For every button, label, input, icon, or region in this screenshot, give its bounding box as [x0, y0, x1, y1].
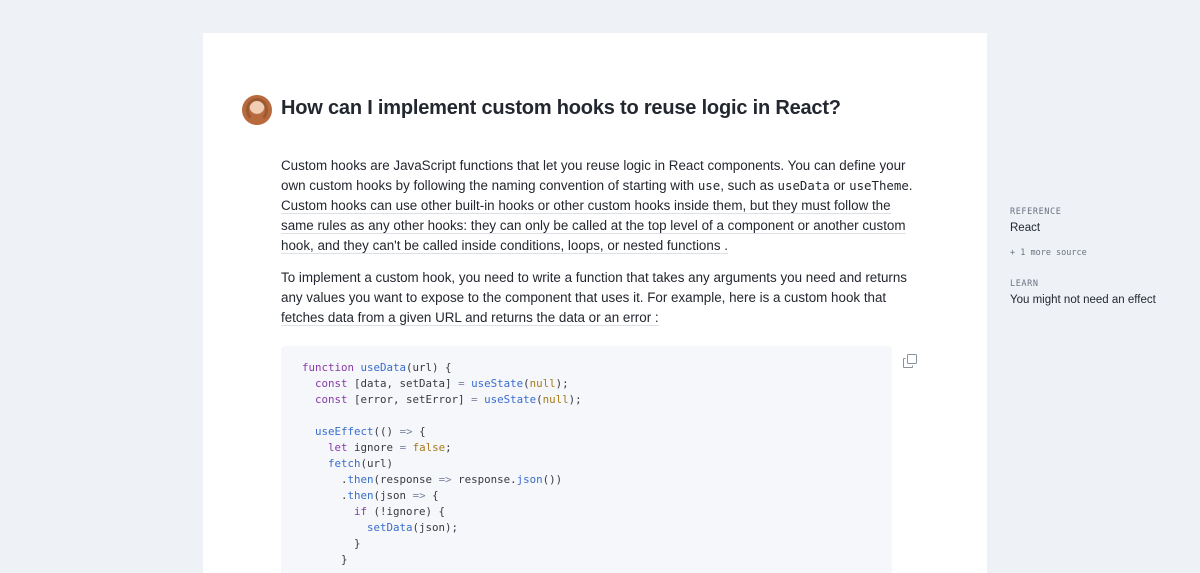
- answer-p2-line-1: To implement a custom hook, you need to …: [281, 270, 907, 285]
- answer-p1-line-4: same rules as any other hooks: they can …: [281, 216, 921, 236]
- code-token: useState: [484, 393, 537, 406]
- inline-code-usetheme: useTheme: [849, 178, 909, 193]
- code-token: useState: [471, 377, 524, 390]
- code-token: const: [315, 377, 348, 390]
- answer-p2-line-2: any values you want to expose to the com…: [281, 290, 887, 305]
- code-token: {: [419, 425, 426, 438]
- code-token: response: [380, 473, 433, 486]
- question-title: How can I implement custom hooks to reus…: [281, 97, 841, 119]
- code-content: function useData(url) { const [data, set…: [302, 361, 582, 566]
- answer-p1-line-1: Custom hooks are JavaScript functions th…: [281, 158, 906, 173]
- learn-link[interactable]: You might not need an effect: [1010, 294, 1156, 306]
- reference-link[interactable]: React: [1010, 222, 1040, 234]
- code-token: {: [432, 489, 439, 502]
- code-token: (url): [360, 457, 394, 470]
- answer-card: How can I implement custom hooks to reus…: [203, 33, 987, 573]
- code-token: null: [542, 393, 569, 406]
- answer-p1-line-2-text-b: , such as: [720, 178, 778, 193]
- code-token: json: [380, 489, 407, 502]
- code-token: then: [347, 489, 374, 502]
- code-token: json: [516, 473, 543, 486]
- answer-p1-line-2-text-d: .: [908, 178, 913, 193]
- code-token: const: [315, 393, 348, 406]
- code-token: }: [341, 553, 348, 566]
- code-token: (json);: [412, 521, 459, 534]
- code-token: (url) {: [406, 361, 452, 374]
- answer-p1-line-2-text-c: or: [829, 178, 850, 193]
- code-token: =>: [438, 473, 452, 486]
- answer-p1-line-2: own custom hooks by following the naming…: [281, 176, 921, 196]
- code-token: if: [354, 505, 368, 518]
- code-token: [error, setError]: [354, 393, 465, 406]
- answer-p2-line-3: fetches data from a given URL and return…: [281, 308, 921, 328]
- code-token: let: [328, 441, 348, 454]
- code-token: (!ignore) {: [373, 505, 446, 518]
- citation-span[interactable]: hook, and they can't be called inside co…: [281, 238, 728, 254]
- citation-span[interactable]: Custom hooks can use other built-in hook…: [281, 198, 891, 214]
- code-token: null: [529, 377, 556, 390]
- citation-span[interactable]: fetches data from a given URL and return…: [281, 310, 659, 326]
- code-token: useEffect: [315, 425, 374, 438]
- code-token: =: [458, 377, 465, 390]
- code-token: function: [302, 361, 355, 374]
- learn-label: LEARN: [1010, 279, 1039, 289]
- code-token: }: [354, 537, 361, 550]
- code-token: =: [471, 393, 478, 406]
- code-block: function useData(url) { const [data, set…: [281, 346, 892, 573]
- code-token: [data, setData]: [354, 377, 452, 390]
- code-token: =: [399, 441, 407, 454]
- avatar-hair: [246, 98, 268, 122]
- code-token: setData: [367, 521, 413, 534]
- inline-code-usedata: useData: [777, 178, 830, 193]
- inline-code-use: use: [697, 178, 721, 193]
- answer-paragraph-2: To implement a custom hook, you need to …: [281, 268, 921, 328]
- code-token: then: [347, 473, 374, 486]
- answer-p1-line-3: Custom hooks can use other built-in hook…: [281, 196, 921, 216]
- answer-paragraph-1: Custom hooks are JavaScript functions th…: [281, 156, 921, 256]
- code-token: ignore: [354, 441, 394, 454]
- reference-label: REFERENCE: [1010, 207, 1062, 217]
- code-token: false: [412, 441, 446, 454]
- answer-p1-line-2-text-a: own custom hooks by following the naming…: [281, 178, 698, 193]
- code-token: =>: [412, 489, 426, 502]
- code-token: response: [458, 473, 511, 486]
- code-token: =>: [399, 425, 413, 438]
- code-token: ((): [373, 425, 394, 438]
- code-token: fetch: [328, 457, 361, 470]
- code-token: useData: [360, 361, 407, 374]
- answer-p1-line-5: hook, and they can't be called inside co…: [281, 236, 921, 256]
- more-sources-link[interactable]: + 1 more source: [1010, 248, 1087, 258]
- copy-icon[interactable]: [903, 354, 917, 368]
- user-avatar: [242, 95, 272, 125]
- citation-span[interactable]: same rules as any other hooks: they can …: [281, 218, 906, 234]
